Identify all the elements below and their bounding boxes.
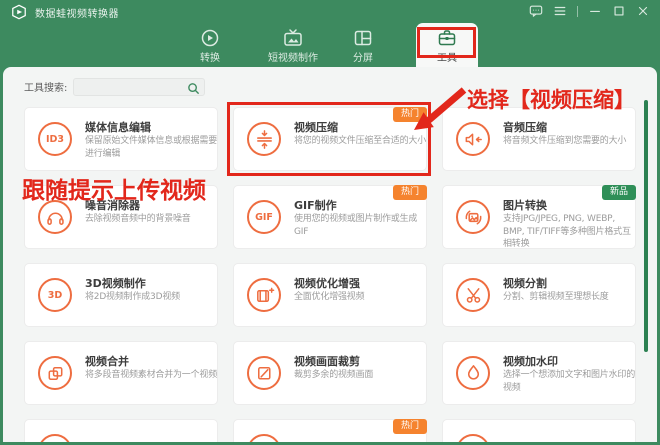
tool-card-title: 视频压缩 [294,119,338,135]
tool-card-title: 图片转换 [503,197,547,213]
app-logo-icon [11,4,27,20]
tab-label: 短视频制作 [268,49,318,64]
tool-card-partial-1[interactable] [24,419,218,442]
tool-card-desc: 裁剪多余的视频画面 [294,369,426,382]
headphones-icon [38,200,72,234]
search-box [73,78,205,96]
gif-text-icon: GIF [247,200,281,234]
titlebar: 数据蛙视频转换器 [0,0,660,24]
tool-card-title: GIF制作 [294,197,337,213]
tool-card-7[interactable]: 3D 3D视频制作 将2D视频制作成3D视频 [24,263,218,327]
tool-card-badge: 热门 [393,107,427,122]
tool-card-title: 视频优化增强 [294,275,360,291]
compress-icon [247,122,281,156]
app-window: 数据蛙视频转换器 转换 短视频制作 分屏 工具 工具搜索: [0,0,660,445]
tool-card-title: 视频合并 [85,353,129,369]
tool-card-6[interactable]: 图片转换 支持JPG/JPEG, PNG, WEBP, BMP, TIF/TIF… [442,185,636,249]
enhance-icon [247,278,281,312]
scrollbar-thumb[interactable] [644,100,648,352]
tab-label: 工具 [437,49,457,64]
tool-card-2[interactable]: 视频压缩 将您的视频文件压缩至合适的大小 热门 [233,107,427,171]
tab-label: 分屏 [353,49,373,64]
tool-card-9[interactable]: 视频分割 分割、剪辑视频至理想长度 [442,263,636,327]
tool-card-4[interactable]: 噪音消除器 去除视频音频中的背景噪音 [24,185,218,249]
content-panel: 工具搜索: ID3 媒体信息编辑 保留原始文件媒体信息或根据需要进行编辑 视频压… [3,67,657,442]
minimize-icon[interactable] [588,4,602,18]
search-label: 工具搜索: [24,79,67,94]
tab-short-video[interactable]: 短视频制作 [248,23,338,67]
tool-card-1[interactable]: ID3 媒体信息编辑 保留原始文件媒体信息或根据需要进行编辑 [24,107,218,171]
tool-card-title: 音频压缩 [503,119,547,135]
tool-card-badge: 热门 [393,185,427,200]
tool-card-title: 视频画面裁剪 [294,353,360,369]
tool-card-title: 视频加水印 [503,353,558,369]
maximize-icon[interactable] [612,4,626,18]
tool-card-title: 媒体信息编辑 [85,119,151,135]
tool-card-5[interactable]: GIF GIF制作 使用您的视频或图片制作或生成GIF 热门 [233,185,427,249]
tool-icon [38,434,72,442]
tool-card-desc: 保留原始文件媒体信息或根据需要进行编辑 [85,135,217,160]
tool-icon [247,434,281,442]
tool-card-partial-3[interactable] [442,419,636,442]
tool-card-8[interactable]: 视频优化增强 全面优化增强视频 [233,263,427,327]
tool-card-desc: 将2D视频制作成3D视频 [85,291,217,304]
tool-card-10[interactable]: 视频合并 将多段音视频素材合并为一个视频 [24,341,218,405]
tool-card-desc: 去除视频音频中的背景噪音 [85,213,217,226]
chat-bubble-icon[interactable] [529,4,543,18]
tool-card-desc: 将您的视频文件压缩至合适的大小 [294,135,426,148]
tool-card-title: 视频分割 [503,275,547,291]
tool-card-desc: 全面优化增强视频 [294,291,426,304]
tab-split-screen[interactable]: 分屏 [332,23,394,67]
tool-card-badge: 热门 [393,419,427,434]
tool-card-desc: 分割、剪辑视频至理想长度 [503,291,635,304]
tool-card-desc: 将音频文件压缩到您需要的大小 [503,135,635,148]
crop-icon [247,356,281,390]
close-icon[interactable] [636,4,650,18]
tools-icon [437,28,457,48]
tab-convert[interactable]: 转换 [179,23,241,67]
search-input[interactable] [78,79,186,95]
short-video-icon [283,28,303,48]
search-icon[interactable] [187,80,200,93]
tool-card-desc: 选择一个想添加文字和图片水印的视频 [503,369,635,394]
tool-card-title: 3D视频制作 [85,275,146,291]
3d-text-icon: 3D [38,278,72,312]
id3-text-icon: ID3 [38,122,72,156]
tool-card-desc: 使用您的视频或图片制作或生成GIF [294,213,426,238]
convert-icon [200,28,220,48]
tools-grid: ID3 媒体信息编辑 保留原始文件媒体信息或根据需要进行编辑 视频压缩 将您的视… [24,107,636,442]
tool-card-11[interactable]: 视频画面裁剪 裁剪多余的视频画面 [233,341,427,405]
hamburger-icon[interactable] [553,4,567,18]
tool-card-desc: 将多段音视频素材合并为一个视频 [85,369,217,382]
water-drop-icon [456,356,490,390]
audio-compress-icon [456,122,490,156]
tabbar: 转换 短视频制作 分屏 工具 [0,22,660,67]
scissors-icon [456,278,490,312]
tool-card-12[interactable]: 视频加水印 选择一个想添加文字和图片水印的视频 [442,341,636,405]
tool-card-desc: 支持JPG/JPEG, PNG, WEBP, BMP, TIF/TIFF等多种图… [503,213,635,251]
search-row: 工具搜索: [24,78,205,95]
tool-card-badge: 新品 [602,185,636,200]
merge-icon [38,356,72,390]
titlebar-separator [577,6,578,17]
split-screen-icon [353,28,373,48]
tab-tools[interactable]: 工具 [416,23,478,67]
tool-card-title: 噪音消除器 [85,197,140,213]
window-controls [529,0,650,22]
image-convert-icon [456,200,490,234]
tool-card-3[interactable]: 音频压缩 将音频文件压缩到您需要的大小 [442,107,636,171]
tool-icon [456,434,490,442]
tab-label: 转换 [200,49,220,64]
app-title: 数据蛙视频转换器 [35,5,119,20]
tool-card-partial-2[interactable]: 热门 [233,419,427,442]
